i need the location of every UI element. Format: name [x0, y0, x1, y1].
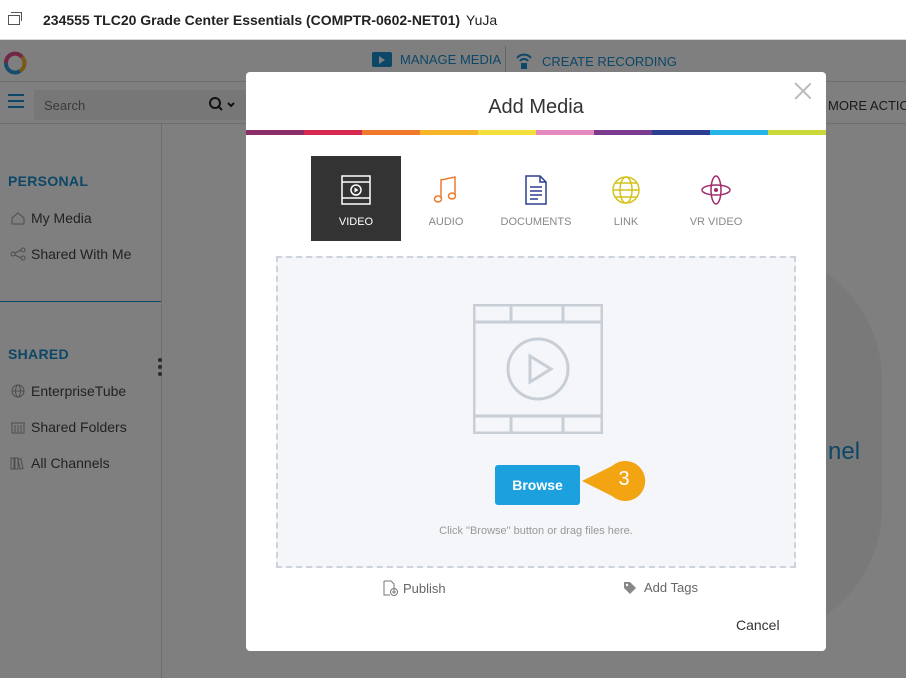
- video-icon: [341, 175, 371, 205]
- tab-link[interactable]: LINK: [581, 156, 671, 241]
- color-stripe: [246, 130, 826, 135]
- close-icon[interactable]: [792, 80, 814, 102]
- browse-button[interactable]: Browse: [495, 465, 580, 505]
- publish-option[interactable]: Publish: [382, 580, 446, 596]
- stripe-segment: [362, 130, 420, 135]
- app-name: YuJa: [466, 12, 498, 28]
- globe-icon: [612, 176, 640, 204]
- stripe-segment: [246, 130, 304, 135]
- course-title: 234555 TLC20 Grade Center Essentials (CO…: [43, 12, 461, 28]
- document-icon: [525, 175, 547, 205]
- tab-vr-video[interactable]: VR VIDEO: [671, 156, 761, 241]
- tab-label: VIDEO: [338, 216, 374, 228]
- stripe-segment: [710, 130, 768, 135]
- stripe-segment: [536, 130, 594, 135]
- tab-documents[interactable]: DOCUMENTS: [491, 156, 581, 241]
- tab-label: AUDIO: [428, 216, 464, 228]
- publish-label: Publish: [403, 580, 446, 596]
- tab-label: VR VIDEO: [689, 216, 743, 228]
- step-number: 3: [618, 468, 630, 490]
- vr-orbit-icon: [701, 175, 731, 205]
- file-drop-zone[interactable]: Browse Click "Browse" button or drag fil…: [276, 256, 796, 568]
- cancel-button[interactable]: Cancel: [736, 617, 780, 633]
- stripe-segment: [768, 130, 826, 135]
- drop-hint-text: Click "Browse" button or drag files here…: [439, 525, 633, 537]
- tab-label: DOCUMENTS: [500, 216, 572, 228]
- add-media-dialog: Add Media VIDEO AUDIO DOCUMENTS LINK VR …: [246, 72, 826, 651]
- stripe-segment: [304, 130, 362, 135]
- add-tags-label: Add Tags: [644, 580, 698, 595]
- restore-window-icon[interactable]: [8, 12, 22, 25]
- tab-video[interactable]: VIDEO: [311, 156, 401, 241]
- film-placeholder-icon: [473, 304, 603, 434]
- media-type-tabs: VIDEO AUDIO DOCUMENTS LINK VR VIDEO: [311, 156, 761, 241]
- tab-label: LINK: [613, 216, 639, 228]
- stripe-segment: [478, 130, 536, 135]
- window-titlebar: 234555 TLC20 Grade Center Essentials (CO…: [0, 0, 906, 40]
- tags-icon: [624, 581, 636, 594]
- add-tags-option[interactable]: Add Tags: [623, 580, 698, 595]
- dialog-title: Add Media: [488, 96, 584, 118]
- tab-audio[interactable]: AUDIO: [401, 156, 491, 241]
- stripe-segment: [420, 130, 478, 135]
- stripe-segment: [594, 130, 652, 135]
- stripe-segment: [652, 130, 710, 135]
- music-note-icon: [433, 176, 457, 203]
- publish-icon: [383, 580, 398, 596]
